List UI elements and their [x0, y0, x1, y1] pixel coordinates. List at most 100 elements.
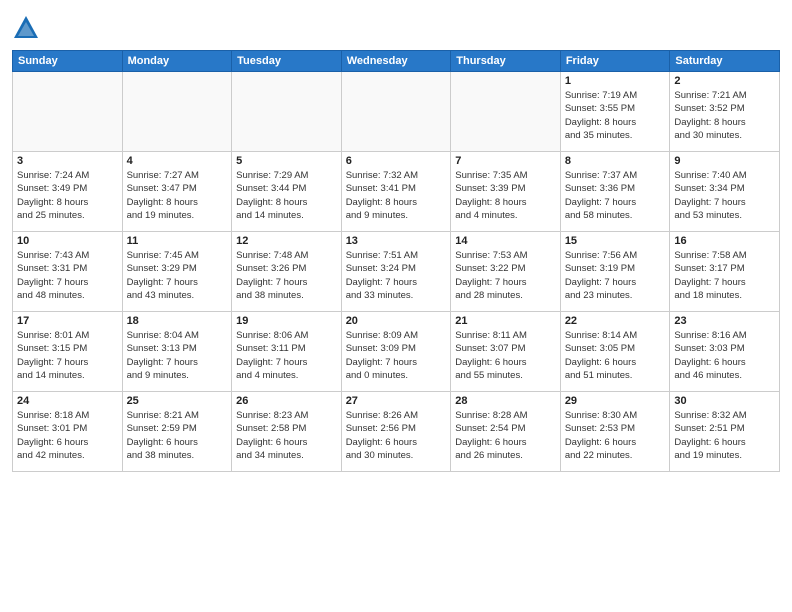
day-info: Sunrise: 7:21 AM Sunset: 3:52 PM Dayligh… [674, 89, 775, 142]
calendar-cell: 24 Sunrise: 8:18 AM Sunset: 3:01 PM Dayli… [13, 392, 123, 472]
day-number: 13 [346, 235, 447, 247]
day-info: Sunrise: 7:19 AM Sunset: 3:55 PM Dayligh… [565, 89, 666, 142]
weekday-header-wednesday: Wednesday [341, 51, 451, 72]
day-info: Sunrise: 8:30 AM Sunset: 2:53 PM Dayligh… [565, 409, 666, 462]
calendar-cell: 2 Sunrise: 7:21 AM Sunset: 3:52 PM Daylig… [670, 72, 780, 152]
calendar-cell [13, 72, 123, 152]
calendar-cell: 8 Sunrise: 7:37 AM Sunset: 3:36 PM Daylig… [560, 152, 670, 232]
day-info: Sunrise: 8:21 AM Sunset: 2:59 PM Dayligh… [127, 409, 228, 462]
day-number: 1 [565, 75, 666, 87]
calendar-cell: 3 Sunrise: 7:24 AM Sunset: 3:49 PM Daylig… [13, 152, 123, 232]
day-info: Sunrise: 7:32 AM Sunset: 3:41 PM Dayligh… [346, 169, 447, 222]
calendar-cell: 12 Sunrise: 7:48 AM Sunset: 3:26 PM Dayli… [232, 232, 342, 312]
day-number: 30 [674, 395, 775, 407]
day-number: 7 [455, 155, 556, 167]
weekday-header-row: SundayMondayTuesdayWednesdayThursdayFrid… [13, 51, 780, 72]
day-info: Sunrise: 8:23 AM Sunset: 2:58 PM Dayligh… [236, 409, 337, 462]
calendar-cell [341, 72, 451, 152]
day-info: Sunrise: 7:56 AM Sunset: 3:19 PM Dayligh… [565, 249, 666, 302]
day-info: Sunrise: 7:58 AM Sunset: 3:17 PM Dayligh… [674, 249, 775, 302]
day-number: 10 [17, 235, 118, 247]
day-info: Sunrise: 8:04 AM Sunset: 3:13 PM Dayligh… [127, 329, 228, 382]
calendar-cell: 21 Sunrise: 8:11 AM Sunset: 3:07 PM Dayli… [451, 312, 561, 392]
calendar-cell: 13 Sunrise: 7:51 AM Sunset: 3:24 PM Dayli… [341, 232, 451, 312]
week-row-2: 10 Sunrise: 7:43 AM Sunset: 3:31 PM Dayli… [13, 232, 780, 312]
day-info: Sunrise: 7:27 AM Sunset: 3:47 PM Dayligh… [127, 169, 228, 222]
weekday-header-thursday: Thursday [451, 51, 561, 72]
weekday-header-monday: Monday [122, 51, 232, 72]
day-number: 19 [236, 315, 337, 327]
calendar-cell: 20 Sunrise: 8:09 AM Sunset: 3:09 PM Dayli… [341, 312, 451, 392]
day-info: Sunrise: 7:40 AM Sunset: 3:34 PM Dayligh… [674, 169, 775, 222]
weekday-header-friday: Friday [560, 51, 670, 72]
day-number: 15 [565, 235, 666, 247]
day-info: Sunrise: 8:11 AM Sunset: 3:07 PM Dayligh… [455, 329, 556, 382]
day-info: Sunrise: 7:48 AM Sunset: 3:26 PM Dayligh… [236, 249, 337, 302]
calendar-cell [451, 72, 561, 152]
day-info: Sunrise: 8:32 AM Sunset: 2:51 PM Dayligh… [674, 409, 775, 462]
day-info: Sunrise: 8:16 AM Sunset: 3:03 PM Dayligh… [674, 329, 775, 382]
day-info: Sunrise: 7:35 AM Sunset: 3:39 PM Dayligh… [455, 169, 556, 222]
day-number: 11 [127, 235, 228, 247]
day-number: 29 [565, 395, 666, 407]
calendar-cell: 18 Sunrise: 8:04 AM Sunset: 3:13 PM Dayli… [122, 312, 232, 392]
calendar-cell: 27Sunrise: 8:26 AM Sunset: 2:56 PM Dayli… [341, 392, 451, 472]
logo-icon [12, 14, 40, 42]
day-info: Sunrise: 7:43 AM Sunset: 3:31 PM Dayligh… [17, 249, 118, 302]
calendar-cell: 1 Sunrise: 7:19 AM Sunset: 3:55 PM Daylig… [560, 72, 670, 152]
calendar-cell: 29 Sunrise: 8:30 AM Sunset: 2:53 PM Dayli… [560, 392, 670, 472]
day-number: 12 [236, 235, 337, 247]
calendar-cell [232, 72, 342, 152]
week-row-1: 3 Sunrise: 7:24 AM Sunset: 3:49 PM Daylig… [13, 152, 780, 232]
calendar-cell: 30 Sunrise: 8:32 AM Sunset: 2:51 PM Dayli… [670, 392, 780, 472]
calendar-cell: 14Sunrise: 7:53 AM Sunset: 3:22 PM Dayli… [451, 232, 561, 312]
day-number: 16 [674, 235, 775, 247]
calendar-cell: 26 Sunrise: 8:23 AM Sunset: 2:58 PM Dayli… [232, 392, 342, 472]
calendar-cell: 5 Sunrise: 7:29 AM Sunset: 3:44 PM Daylig… [232, 152, 342, 232]
day-number: 22 [565, 315, 666, 327]
weekday-header-saturday: Saturday [670, 51, 780, 72]
week-row-4: 24 Sunrise: 8:18 AM Sunset: 3:01 PM Dayli… [13, 392, 780, 472]
calendar: SundayMondayTuesdayWednesdayThursdayFrid… [12, 50, 780, 472]
week-row-3: 17 Sunrise: 8:01 AM Sunset: 3:15 PM Dayli… [13, 312, 780, 392]
calendar-cell: 15 Sunrise: 7:56 AM Sunset: 3:19 PM Dayli… [560, 232, 670, 312]
calendar-cell: 16 Sunrise: 7:58 AM Sunset: 3:17 PM Dayli… [670, 232, 780, 312]
calendar-cell: 22Sunrise: 8:14 AM Sunset: 3:05 PM Dayli… [560, 312, 670, 392]
calendar-cell: 28 Sunrise: 8:28 AM Sunset: 2:54 PM Dayli… [451, 392, 561, 472]
calendar-cell: 10 Sunrise: 7:43 AM Sunset: 3:31 PM Dayli… [13, 232, 123, 312]
day-number: 4 [127, 155, 228, 167]
day-info: Sunrise: 7:29 AM Sunset: 3:44 PM Dayligh… [236, 169, 337, 222]
day-number: 28 [455, 395, 556, 407]
day-info: Sunrise: 7:24 AM Sunset: 3:49 PM Dayligh… [17, 169, 118, 222]
logo [12, 14, 44, 42]
day-number: 5 [236, 155, 337, 167]
day-number: 21 [455, 315, 556, 327]
day-number: 20 [346, 315, 447, 327]
calendar-cell: 9 Sunrise: 7:40 AM Sunset: 3:34 PM Daylig… [670, 152, 780, 232]
day-number: 25 [127, 395, 228, 407]
day-info: Sunrise: 8:18 AM Sunset: 3:01 PM Dayligh… [17, 409, 118, 462]
day-number: 9 [674, 155, 775, 167]
calendar-cell: 23Sunrise: 8:16 AM Sunset: 3:03 PM Dayli… [670, 312, 780, 392]
day-info: Sunrise: 7:51 AM Sunset: 3:24 PM Dayligh… [346, 249, 447, 302]
page-container: SundayMondayTuesdayWednesdayThursdayFrid… [0, 0, 792, 480]
day-number: 2 [674, 75, 775, 87]
calendar-cell: 11Sunrise: 7:45 AM Sunset: 3:29 PM Dayli… [122, 232, 232, 312]
day-number: 26 [236, 395, 337, 407]
header [12, 10, 780, 42]
calendar-cell: 6Sunrise: 7:32 AM Sunset: 3:41 PM Daylig… [341, 152, 451, 232]
day-info: Sunrise: 8:06 AM Sunset: 3:11 PM Dayligh… [236, 329, 337, 382]
day-info: Sunrise: 7:37 AM Sunset: 3:36 PM Dayligh… [565, 169, 666, 222]
day-number: 24 [17, 395, 118, 407]
day-number: 17 [17, 315, 118, 327]
day-number: 8 [565, 155, 666, 167]
day-info: Sunrise: 8:09 AM Sunset: 3:09 PM Dayligh… [346, 329, 447, 382]
day-info: Sunrise: 8:28 AM Sunset: 2:54 PM Dayligh… [455, 409, 556, 462]
weekday-header-tuesday: Tuesday [232, 51, 342, 72]
day-number: 18 [127, 315, 228, 327]
day-info: Sunrise: 8:26 AM Sunset: 2:56 PM Dayligh… [346, 409, 447, 462]
day-info: Sunrise: 8:01 AM Sunset: 3:15 PM Dayligh… [17, 329, 118, 382]
calendar-cell: 19 Sunrise: 8:06 AM Sunset: 3:11 PM Dayli… [232, 312, 342, 392]
day-number: 14 [455, 235, 556, 247]
day-number: 3 [17, 155, 118, 167]
